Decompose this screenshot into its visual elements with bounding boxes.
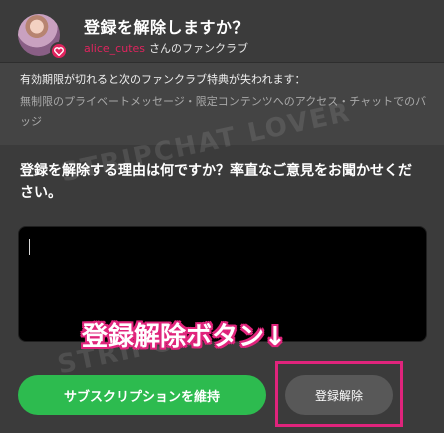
benefits-heading: 有効期限が切れると次のファンクラブ特典が失われます： (20, 73, 306, 86)
dialog-title: 登録を解除しますか？ (84, 18, 250, 37)
username-link[interactable]: alice_cutes (84, 42, 145, 55)
unsubscribe-button[interactable]: 登録解除 (285, 375, 393, 415)
fan-club-subtitle: alice_cutes さんのファンクラブ (84, 40, 248, 56)
heart-icon (50, 42, 68, 60)
unsubscribe-dialog: 登録を解除しますか？ alice_cutes さんのファンクラブ 有効期限が切れる… (0, 0, 444, 433)
annotation-label: 登録解除ボタン↓ (82, 322, 286, 352)
avatar (18, 14, 68, 60)
text-caret (29, 239, 30, 255)
keep-subscription-button[interactable]: サブスクリプションを維持 (18, 375, 266, 415)
fan-club-suffix: さんのファンクラブ (149, 42, 248, 55)
benefits-section: 有効期限が切れると次のファンクラブ特典が失われます： 無制限のプライベートメッセ… (0, 63, 444, 145)
reason-question: 登録を解除する理由は何ですか？率直なご意見をお聞かせください。 (20, 163, 412, 201)
benefits-list: 無制限のプライベートメッセージ・限定コンテンツへのアクセス・チャットでのバッジ (20, 95, 427, 128)
